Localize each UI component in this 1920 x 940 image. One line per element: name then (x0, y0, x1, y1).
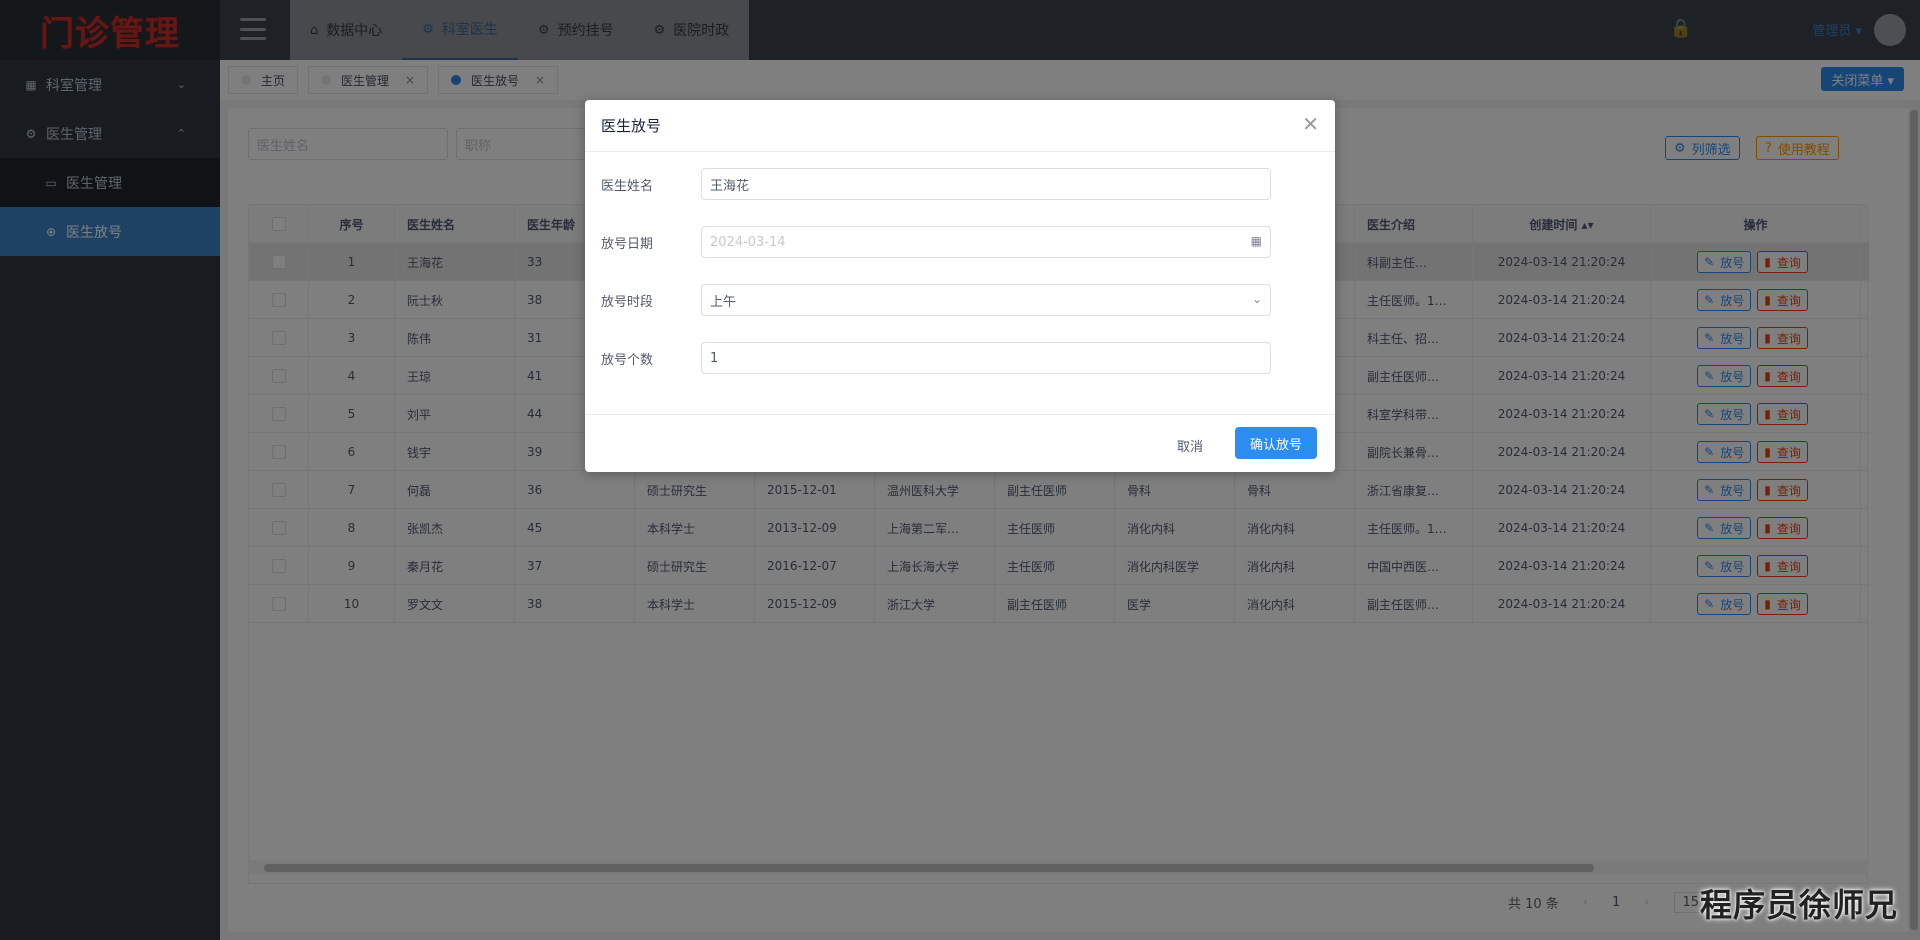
form-row: 放号时段 上午 ⌄ (601, 284, 1301, 316)
release-dialog: 医生放号 ✕ 医生姓名 王海花放号日期 2024-03-14 ▦ 放号时段 上午 ⌄ 放号个数… (585, 100, 1335, 472)
field-label: 放号个数 (601, 352, 654, 368)
field-input-2[interactable]: 上午 ⌄ (701, 284, 1271, 316)
field-label: 医生姓名 (601, 178, 654, 194)
chevron-down-icon: ⌄ (1251, 292, 1262, 306)
field-input-1[interactable]: 2024-03-14 ▦ (701, 226, 1271, 258)
dialog-footer: 取消 确认放号 (585, 414, 1335, 472)
close-icon[interactable]: ✕ (1302, 114, 1319, 134)
form-row: 放号日期 2024-03-14 ▦ (601, 226, 1301, 258)
calendar-icon: ▦ (1250, 234, 1262, 248)
confirm-release-button[interactable]: 确认放号 (1234, 427, 1317, 459)
watermark: 程序员徐师兄 (1699, 886, 1898, 924)
form-row: 放号个数 1 (601, 342, 1301, 374)
field-label: 放号日期 (601, 236, 654, 252)
field-label: 放号时段 (601, 294, 654, 310)
dialog-title: 医生放号 (585, 100, 1335, 152)
cancel-button[interactable]: 取消 (1165, 429, 1215, 461)
field-input-0[interactable]: 王海花 (701, 168, 1271, 200)
field-input-3[interactable]: 1 (701, 342, 1271, 374)
form-row: 医生姓名 王海花 (601, 168, 1301, 200)
